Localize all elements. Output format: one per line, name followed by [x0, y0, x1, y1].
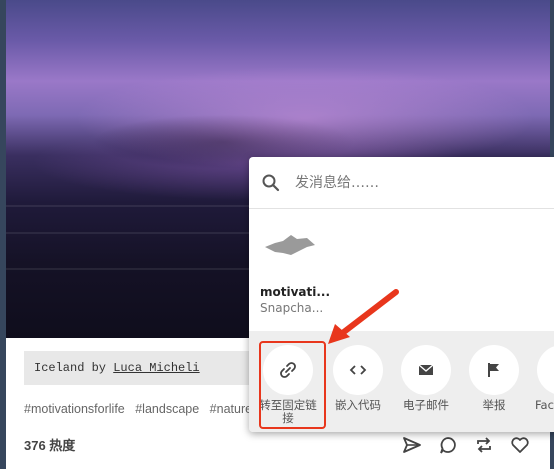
share-icon[interactable] [400, 433, 424, 457]
reply-icon[interactable] [436, 433, 460, 457]
recipient-subtitle: Snapcha... [260, 301, 324, 315]
caption-author-link[interactable]: Luca Micheli [113, 361, 199, 375]
annotation-highlight-box [259, 341, 326, 429]
post-actions [400, 433, 532, 457]
reblog-icon[interactable] [472, 433, 496, 457]
report-label: 举报 [482, 398, 506, 412]
facebook-icon [537, 345, 554, 395]
email-button[interactable]: 电子邮件 [396, 345, 456, 412]
code-icon [333, 345, 383, 395]
report-button[interactable]: 举报 [464, 345, 524, 412]
avatar [265, 235, 315, 255]
tag-link[interactable]: #nature [210, 402, 252, 416]
search-icon [262, 174, 280, 191]
annotation-arrow [328, 289, 399, 344]
embed-button[interactable]: 嵌入代码 [328, 345, 388, 412]
caption-text: Iceland by [34, 361, 114, 375]
send-to-input[interactable] [293, 173, 537, 192]
notes-count[interactable]: 376 热度 [24, 435, 75, 454]
tag-link[interactable]: #motivationsforlife [24, 402, 125, 416]
heart-icon[interactable] [508, 433, 532, 457]
flag-icon [469, 345, 519, 395]
share-search-row [249, 157, 554, 209]
facebook-label: Facebook [534, 398, 554, 412]
tag-link[interactable]: #landscape [135, 402, 199, 416]
mail-icon [401, 345, 451, 395]
email-label: 电子邮件 [403, 398, 449, 412]
post-tags: #motivationsforlife #landscape #nature [24, 402, 259, 420]
facebook-button[interactable]: Facebook [532, 345, 554, 412]
embed-label: 嵌入代码 [335, 398, 381, 412]
